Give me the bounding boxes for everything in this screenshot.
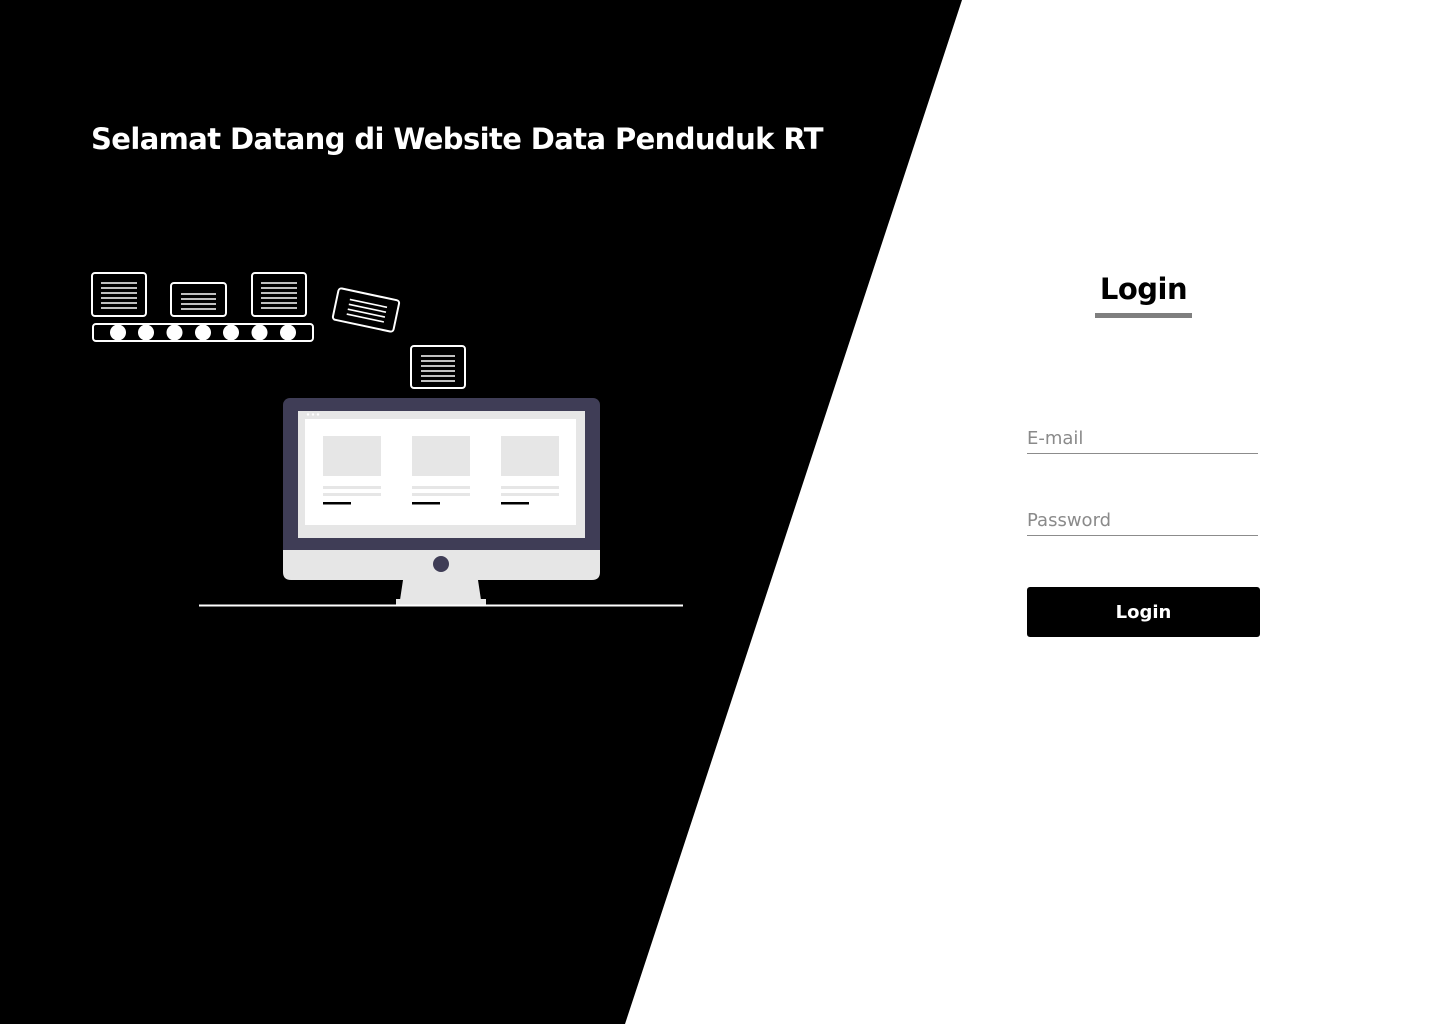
document-icon: [91, 272, 147, 317]
document-icon: [170, 282, 227, 317]
login-heading-underline: [1095, 313, 1192, 318]
password-field[interactable]: [1027, 506, 1258, 536]
document-icon: [251, 272, 307, 317]
conveyor-belt-icon: [92, 323, 314, 342]
login-heading: Login: [1099, 272, 1188, 306]
document-icon: [410, 345, 466, 389]
document-icon: [331, 287, 401, 333]
monitor-icon: [199, 398, 683, 607]
login-button[interactable]: Login: [1027, 587, 1260, 637]
welcome-title: Selamat Datang di Website Data Penduduk …: [91, 122, 824, 156]
login-page: Selamat Datang di Website Data Penduduk …: [0, 0, 1440, 1024]
data-processing-illustration: [91, 272, 683, 607]
email-field[interactable]: [1027, 424, 1258, 454]
